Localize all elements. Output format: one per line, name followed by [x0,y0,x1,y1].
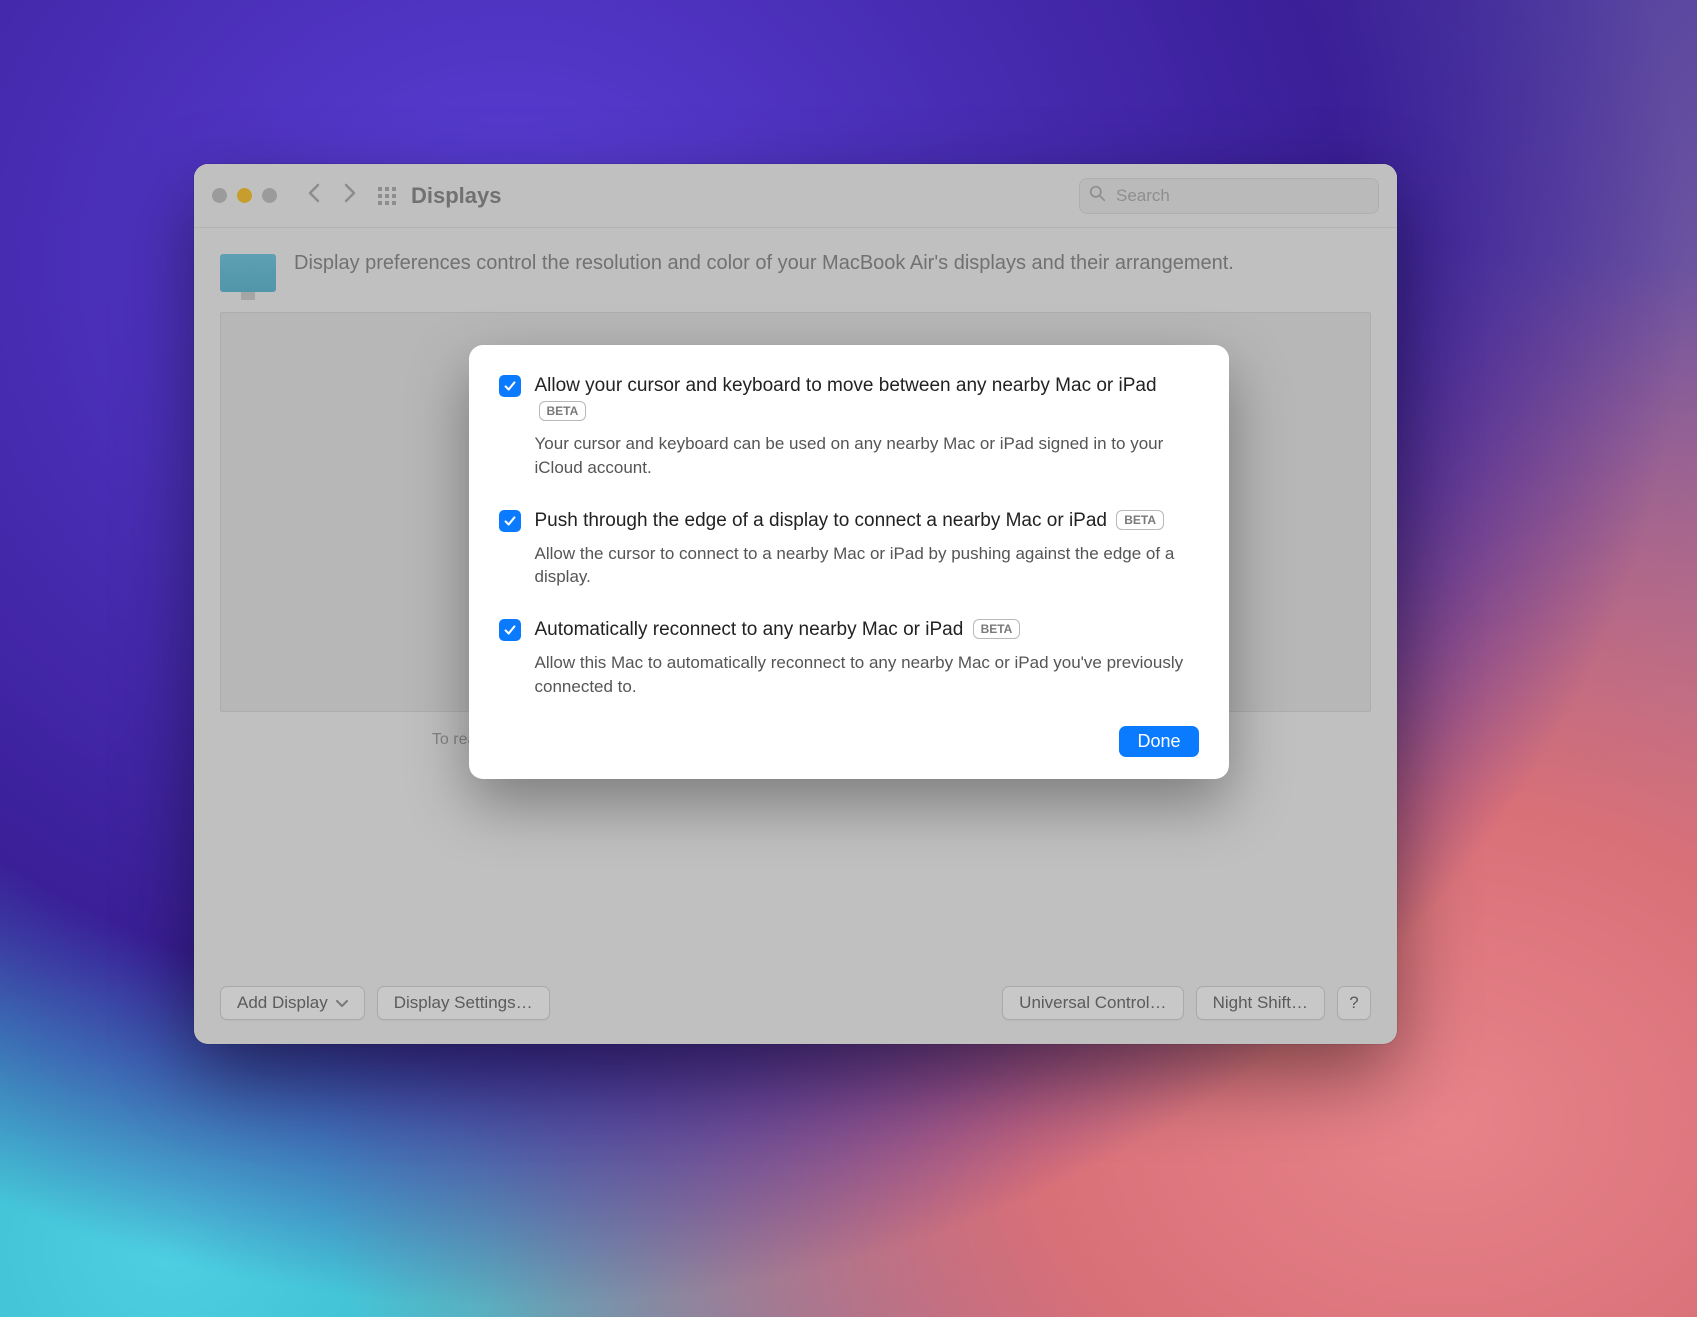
option-push-through-edge: Push through the edge of a display to co… [499,508,1199,589]
checkbox-push-through-edge[interactable] [499,510,521,532]
checkbox-allow-cursor-keyboard[interactable] [499,375,521,397]
beta-badge: BETA [973,619,1021,639]
universal-control-sheet: Allow your cursor and keyboard to move b… [469,345,1229,779]
option-title: Automatically reconnect to any nearby Ma… [535,617,1199,643]
check-icon [503,514,517,528]
beta-badge: BETA [539,401,587,421]
sheet-actions: Done [499,726,1199,757]
beta-badge: BETA [1116,510,1164,530]
option-description: Allow this Mac to automatically reconnec… [535,651,1199,699]
done-button[interactable]: Done [1119,726,1198,757]
check-icon [503,623,517,637]
check-icon [503,379,517,393]
option-description: Allow the cursor to connect to a nearby … [535,542,1199,590]
option-title: Allow your cursor and keyboard to move b… [535,373,1199,424]
option-allow-cursor-keyboard: Allow your cursor and keyboard to move b… [499,373,1199,480]
option-description: Your cursor and keyboard can be used on … [535,432,1199,480]
option-title: Push through the edge of a display to co… [535,508,1199,534]
checkbox-auto-reconnect[interactable] [499,619,521,641]
option-auto-reconnect: Automatically reconnect to any nearby Ma… [499,617,1199,698]
